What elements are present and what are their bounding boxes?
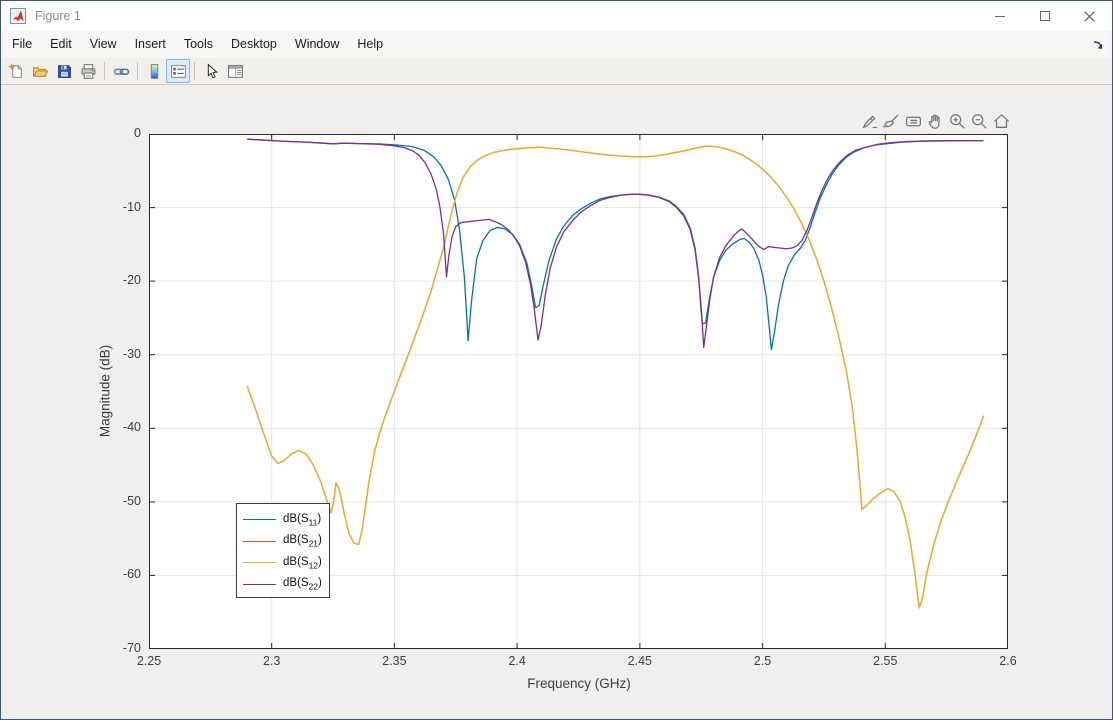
- y-tick-label: 0: [93, 126, 141, 140]
- edit-plot-button[interactable]: [199, 59, 223, 83]
- open-file-button[interactable]: [28, 59, 52, 83]
- y-tick-label: -10: [93, 200, 141, 214]
- insert-colorbar-icon: [146, 63, 163, 80]
- y-tick-label: -30: [93, 347, 141, 361]
- legend-box[interactable]: dB(S11) dB(S21) dB(S12) dB(S22): [236, 503, 330, 598]
- series-dB(S12)[interactable]: [247, 146, 983, 608]
- menu-item-edit[interactable]: Edit: [41, 31, 81, 58]
- menu-bar: FileEditViewInsertToolsDesktopWindowHelp: [1, 31, 1112, 58]
- export-icon[interactable]: [859, 111, 880, 132]
- y-tick-label: -60: [93, 567, 141, 581]
- print-figure-button[interactable]: [76, 59, 100, 83]
- y-tick-label: -40: [93, 420, 141, 434]
- legend-entry: dB(S11): [237, 509, 329, 531]
- legend-line-sample: [243, 584, 276, 585]
- brush-icon[interactable]: [881, 111, 902, 132]
- close-button[interactable]: [1067, 1, 1112, 31]
- matlab-logo-icon: [10, 8, 26, 24]
- menu-item-help[interactable]: Help: [348, 31, 392, 58]
- figure-toolbar: [1, 58, 1112, 85]
- x-tick-label: 2.6: [999, 654, 1016, 668]
- datatips-icon[interactable]: [903, 111, 924, 132]
- series-dB(S21)[interactable]: [247, 146, 983, 608]
- property-editor-icon: [227, 63, 244, 80]
- legend-label: dB(S22): [283, 577, 322, 591]
- legend-entry: dB(S21): [237, 531, 329, 553]
- new-figure-button[interactable]: [4, 59, 28, 83]
- minimize-button[interactable]: [977, 1, 1022, 31]
- series-dB(S22)[interactable]: [247, 139, 983, 347]
- menu-item-file[interactable]: File: [3, 31, 41, 58]
- insert-colorbar-button[interactable]: [142, 59, 166, 83]
- close-icon: [1083, 10, 1096, 23]
- legend-label: dB(S21): [283, 534, 322, 548]
- open-file-icon: [32, 63, 49, 80]
- link-plot-button[interactable]: [109, 59, 133, 83]
- x-tick-label: 2.5: [754, 654, 771, 668]
- y-tick-label: -20: [93, 273, 141, 287]
- toolbar-separator: [104, 62, 105, 80]
- legend-entry: dB(S12): [237, 552, 329, 574]
- legend-label: dB(S12): [283, 556, 322, 570]
- new-figure-icon: [8, 63, 25, 80]
- legend-line-sample: [243, 519, 276, 520]
- maximize-button[interactable]: [1022, 1, 1067, 31]
- save-figure-button[interactable]: [52, 59, 76, 83]
- dock-arrow-icon[interactable]: [1092, 39, 1105, 52]
- window-title: Figure 1: [35, 9, 81, 23]
- insert-legend-button[interactable]: [166, 59, 190, 83]
- legend-entry: dB(S22): [237, 574, 329, 596]
- menu-item-view[interactable]: View: [81, 31, 126, 58]
- toolbar-separator: [194, 62, 195, 80]
- series-dB(S11)[interactable]: [247, 139, 983, 349]
- menu-item-tools[interactable]: Tools: [175, 31, 222, 58]
- x-tick-label: 2.4: [508, 654, 525, 668]
- legend-label: dB(S11): [283, 513, 321, 527]
- x-tick-label: 2.45: [628, 654, 652, 668]
- menu-item-window[interactable]: Window: [286, 31, 348, 58]
- toolbar-separator: [137, 62, 138, 80]
- menu-item-desktop[interactable]: Desktop: [222, 31, 286, 58]
- title-bar: Figure 1: [1, 1, 1112, 31]
- x-tick-label: 2.35: [382, 654, 406, 668]
- figure-window: Figure 1 FileEditViewInsertToolsDesktopW…: [0, 0, 1113, 720]
- x-tick-label: 2.3: [263, 654, 280, 668]
- x-tick-label: 2.55: [873, 654, 897, 668]
- zoom-out-icon[interactable]: [969, 111, 990, 132]
- property-editor-button[interactable]: [223, 59, 247, 83]
- print-figure-icon: [80, 63, 97, 80]
- minimize-icon: [994, 10, 1006, 22]
- window-controls: [977, 1, 1112, 31]
- y-tick-label: -50: [93, 494, 141, 508]
- menu-item-insert[interactable]: Insert: [126, 31, 175, 58]
- edit-plot-icon: [203, 63, 220, 80]
- maximize-icon: [1039, 10, 1051, 22]
- legend-line-sample: [243, 562, 276, 563]
- pan-icon[interactable]: [925, 111, 946, 132]
- zoom-in-icon[interactable]: [947, 111, 968, 132]
- link-plot-icon: [113, 63, 130, 80]
- y-tick-label: -70: [93, 641, 141, 655]
- x-tick-label: 2.25: [137, 654, 161, 668]
- insert-legend-icon: [170, 63, 187, 80]
- x-axis-label: Frequency (GHz): [527, 676, 631, 691]
- save-figure-icon: [56, 63, 73, 80]
- restore-view-icon[interactable]: [991, 111, 1012, 132]
- axes-toolbar: [859, 111, 1012, 132]
- legend-line-sample: [243, 541, 276, 542]
